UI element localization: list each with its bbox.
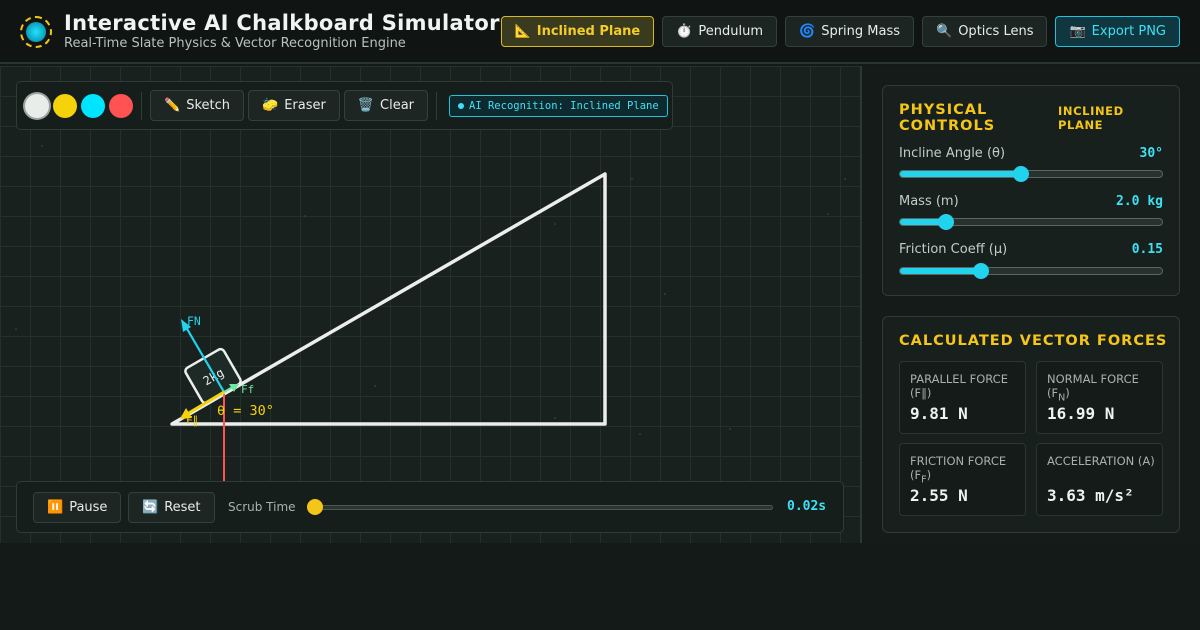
normal-force-label: NORMAL FORCE (FN) [1047, 372, 1139, 404]
reset-button[interactable]: 🔄 Reset [128, 492, 215, 523]
pause-button[interactable]: ⏸️ Pause [33, 492, 122, 523]
logo-orb-icon [26, 22, 46, 42]
color-swatch-cyan[interactable] [81, 93, 105, 118]
stopwatch-icon: ⏱️ [676, 24, 693, 39]
scrub-handle[interactable] [307, 499, 323, 515]
scrub-time-value: 0.02s [787, 499, 827, 514]
acceleration-label: ACCELERATION (A) [1047, 454, 1155, 468]
parallel-force-label: F∥ [186, 414, 198, 427]
angle-label: θ = 30° [217, 403, 274, 419]
color-swatch-white[interactable] [25, 93, 49, 118]
clear-label: Clear [380, 98, 415, 113]
friction-slider-handle[interactable] [973, 263, 990, 279]
controls-title: PHYSICAL CONTROLS [899, 102, 996, 134]
friction-value: 0.15 [1131, 242, 1163, 257]
mass-slider-handle[interactable] [937, 214, 954, 230]
pause-icon: ⏸️ [47, 500, 64, 515]
eraser-label: Eraser [284, 98, 326, 113]
chalkboard-canvas[interactable]: 2kg FN Ff F∥ θ = 30° ✏️ Sketch 🧽 Eraser … [0, 66, 860, 543]
app-header: Interactive AI Chalkboard Simulator Real… [0, 0, 1200, 64]
parallel-force-label: PARALLEL FORCE (F∥) [910, 372, 1008, 400]
friction-force-label: FRICTION FORCE (FF) [910, 454, 1007, 486]
mass-value: 2.0 kg [1116, 194, 1163, 209]
vector-forces-card: CALCULATED VECTOR FORCES PARALLEL FORCE … [882, 316, 1180, 533]
physical-controls-card: PHYSICAL CONTROLS INCLINED PLANE Incline… [882, 85, 1180, 296]
reset-icon: 🔄 [142, 500, 159, 515]
playback-bar: ⏸️ Pause 🔄 Reset Scrub Time 0.02s [16, 481, 844, 533]
toolbar-divider [141, 91, 142, 120]
nav-inclined-plane-button[interactable]: 📐 Inclined Plane [500, 16, 655, 47]
mass-slider[interactable] [899, 214, 1163, 230]
normal-force-stat: NORMAL FORCE (FN) 16.99 N [1036, 361, 1163, 434]
parallel-force-stat: PARALLEL FORCE (F∥) 9.81 N [899, 361, 1026, 434]
acceleration-value: 3.63 m/s² [1047, 486, 1134, 505]
app-logo [20, 16, 52, 48]
magnifier-icon: 🔍 [936, 24, 953, 39]
app-title: Interactive AI Chalkboard Simulator [64, 11, 500, 35]
nav-spring-mass-button[interactable]: 🌀 Spring Mass [785, 16, 915, 47]
nav-label: Inclined Plane [536, 24, 641, 39]
side-panel: PHYSICAL CONTROLS INCLINED PLANE Incline… [862, 66, 1200, 543]
spiral-icon: 🌀 [799, 24, 816, 39]
nav-optics-lens-button[interactable]: 🔍 Optics Lens [922, 16, 1048, 47]
export-png-button[interactable]: 📷 Export PNG [1055, 16, 1180, 47]
scenario-tag: INCLINED PLANE [1058, 104, 1124, 132]
nav-label: Export PNG [1091, 24, 1166, 39]
angle-slider-handle[interactable] [1012, 166, 1029, 182]
toolbar-divider [436, 91, 438, 120]
angle-slider[interactable] [899, 166, 1163, 182]
trash-icon: 🗑️ [357, 98, 375, 113]
scenario-nav: 📐 Inclined Plane ⏱️ Pendulum 🌀 Spring Ma… [500, 16, 1180, 47]
app-subtitle: Real-Time Slate Physics & Vector Recogni… [64, 36, 406, 51]
friction-force-value: 2.55 N [910, 486, 968, 505]
angle-label: Incline Angle (θ) [899, 146, 1006, 161]
sponge-icon: 🧽 [262, 98, 279, 113]
camera-icon: 📷 [1069, 24, 1086, 39]
ai-recognition-badge: AI Recognition: Inclined Plane [449, 94, 668, 117]
acceleration-stat: ACCELERATION (A) 3.63 m/s² [1036, 443, 1163, 516]
friction-label: Friction Coeff (μ) [899, 242, 1008, 257]
mass-label: Mass (m) [899, 194, 959, 209]
parallel-force-value: 9.81 N [910, 404, 968, 423]
drawing-toolbar: ✏️ Sketch 🧽 Eraser 🗑️ Clear AI Recogniti… [16, 81, 673, 130]
forces-title: CALCULATED VECTOR FORCES [899, 333, 1168, 349]
scrub-label: Scrub Time [228, 500, 296, 514]
friction-force-stat: FRICTION FORCE (FF) 2.55 N [899, 443, 1026, 516]
nav-label: Pendulum [698, 24, 764, 39]
simulation-drawing: 2kg FN Ff F∥ θ = 30° [15, 145, 846, 486]
pause-label: Pause [69, 500, 108, 515]
friction-slider[interactable] [899, 263, 1163, 279]
normal-force-label: FN [187, 314, 201, 328]
reset-label: Reset [164, 500, 201, 515]
mass-block: 2kg [184, 347, 242, 405]
scrub-time-slider[interactable] [315, 505, 773, 510]
nav-pendulum-button[interactable]: ⏱️ Pendulum [662, 16, 778, 47]
normal-force-value: 16.99 N [1047, 404, 1115, 423]
sketch-button[interactable]: ✏️ Sketch [150, 90, 244, 121]
pencil-icon: ✏️ [164, 98, 181, 113]
clear-button[interactable]: 🗑️ Clear [343, 90, 429, 121]
status-dot-icon [458, 102, 465, 109]
friction-force-label: Ff [241, 383, 254, 396]
angle-value: 30° [1139, 146, 1163, 161]
triangle-ruler-icon: 📐 [514, 24, 531, 39]
nav-label: Spring Mass [821, 24, 901, 39]
eraser-button[interactable]: 🧽 Eraser [248, 90, 340, 121]
nav-label: Optics Lens [958, 24, 1034, 39]
page-footer-space [0, 543, 1200, 630]
color-swatch-red[interactable] [109, 93, 133, 118]
color-swatch-yellow[interactable] [53, 93, 77, 118]
sketch-label: Sketch [186, 98, 230, 113]
ai-recognition-text: AI Recognition: Inclined Plane [469, 99, 659, 112]
